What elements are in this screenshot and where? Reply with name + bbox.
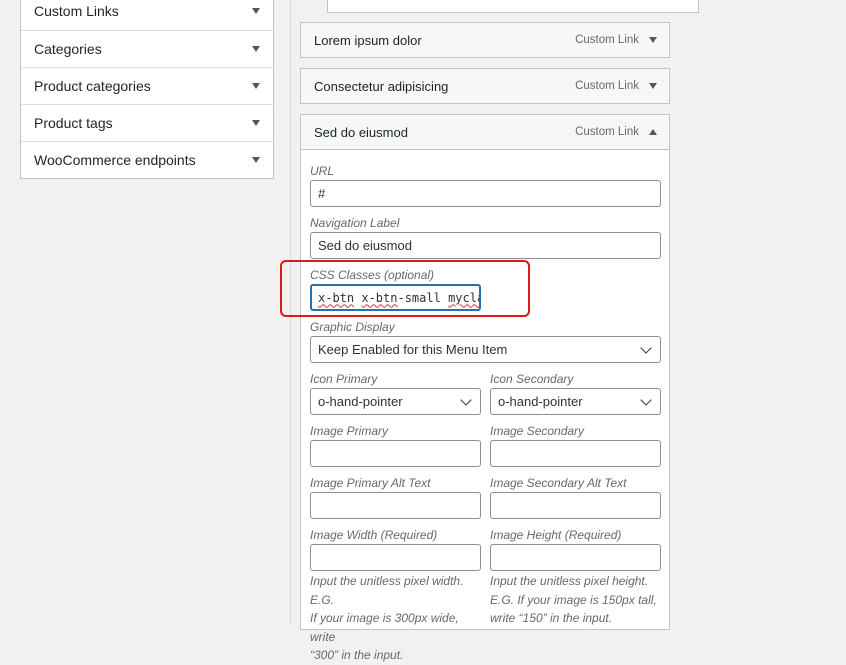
menu-item-type: Custom Link: [575, 34, 639, 46]
menu-item-settings-remnant: [327, 0, 699, 13]
caret-down-icon: [252, 8, 260, 14]
url-label: URL: [310, 164, 335, 178]
menu-item-consectetur[interactable]: Consectetur adipisicing Custom Link: [300, 68, 670, 104]
css-classes-highlight: [280, 260, 530, 317]
menu-item-title: Lorem ipsum dolor: [314, 32, 422, 48]
menu-item-sed-do-eiusmod[interactable]: Sed do eiusmod Custom Link: [300, 114, 670, 150]
accordion-label: Product tags: [34, 115, 113, 131]
icon-secondary-label: Icon Secondary: [490, 372, 574, 386]
graphic-display-value: Keep Enabled for this Menu Item: [318, 342, 508, 357]
image-primary-input[interactable]: [310, 440, 481, 467]
image-width-input[interactable]: [310, 544, 481, 571]
navigation-label-value: Sed do eiusmod: [318, 238, 412, 253]
accordion-categories[interactable]: Categories: [21, 30, 273, 67]
accordion-custom-links[interactable]: Custom Links: [21, 0, 273, 30]
chevron-down-icon: [460, 393, 472, 406]
image-primary-label: Image Primary: [310, 424, 389, 438]
image-secondary-input[interactable]: [490, 440, 661, 467]
image-secondary-label: Image Secondary: [490, 424, 585, 438]
image-secondary-alt-label: Image Secondary Alt Text: [490, 476, 627, 490]
caret-up-icon[interactable]: [649, 129, 657, 135]
menu-item-title: Sed do eiusmod: [314, 124, 408, 140]
image-height-input[interactable]: [490, 544, 661, 571]
navigation-label-label: Navigation Label: [310, 216, 400, 230]
navigation-label-input[interactable]: Sed do eiusmod: [310, 232, 661, 259]
caret-down-icon[interactable]: [649, 83, 657, 89]
icon-secondary-value: o-hand-pointer: [498, 394, 583, 409]
caret-down-icon[interactable]: [649, 37, 657, 43]
menu-item-lorem-ipsum[interactable]: Lorem ipsum dolor Custom Link: [300, 22, 670, 58]
image-secondary-alt-input[interactable]: [490, 492, 661, 519]
caret-down-icon: [252, 46, 260, 52]
accordion-product-categories[interactable]: Product categories: [21, 67, 273, 104]
icon-primary-select[interactable]: o-hand-pointer: [310, 388, 481, 415]
icon-primary-label: Icon Primary: [310, 372, 378, 386]
graphic-display-label: Graphic Display: [310, 320, 395, 334]
accordion-label: Custom Links: [34, 3, 119, 19]
url-input[interactable]: #: [310, 180, 661, 207]
menu-item-type: Custom Link: [575, 126, 639, 138]
url-value: #: [318, 186, 326, 201]
accordion-woocommerce-endpoints[interactable]: WooCommerce endpoints: [21, 141, 273, 178]
image-height-label: Image Height (Required): [490, 528, 622, 542]
image-width-label: Image Width (Required): [310, 528, 438, 542]
graphic-display-select[interactable]: Keep Enabled for this Menu Item: [310, 336, 661, 363]
image-width-help: Input the unitless pixel width. E.G. If …: [310, 574, 464, 662]
image-height-help: Input the unitless pixel height. E.G. If…: [490, 574, 657, 625]
caret-down-icon: [252, 83, 260, 89]
caret-down-icon: [252, 120, 260, 126]
menu-item-type: Custom Link: [575, 80, 639, 92]
menu-item-title: Consectetur adipisicing: [314, 78, 449, 94]
accordion-label: WooCommerce endpoints: [34, 152, 196, 168]
caret-down-icon: [252, 157, 260, 163]
accordion-label: Product categories: [34, 78, 151, 94]
chevron-down-icon: [640, 341, 652, 354]
add-menu-items-panel: Custom Links Categories Product categori…: [20, 0, 274, 179]
icon-secondary-select[interactable]: o-hand-pointer: [490, 388, 661, 415]
chevron-down-icon: [640, 393, 652, 406]
accordion-label: Categories: [34, 41, 102, 57]
image-primary-alt-label: Image Primary Alt Text: [310, 476, 431, 490]
icon-primary-value: o-hand-pointer: [318, 394, 403, 409]
image-primary-alt-input[interactable]: [310, 492, 481, 519]
accordion-product-tags[interactable]: Product tags: [21, 104, 273, 141]
